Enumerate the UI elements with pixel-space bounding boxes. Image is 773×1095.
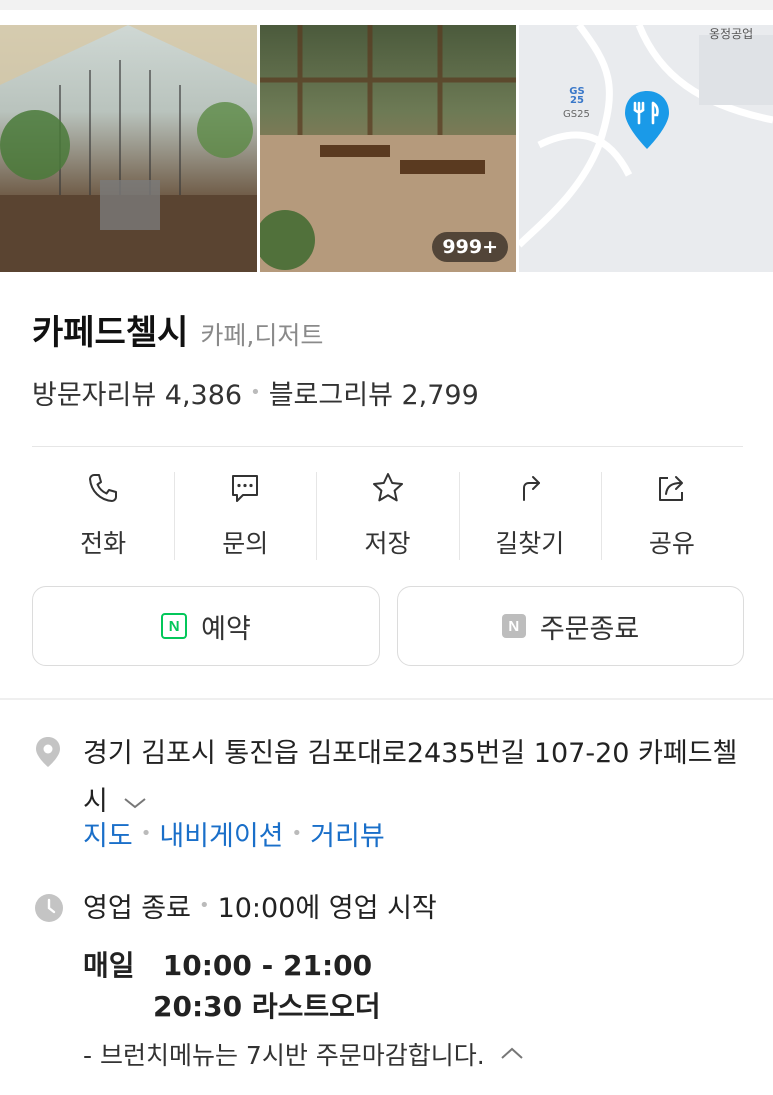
separator-dot: • bbox=[250, 382, 261, 403]
business-status: 영업 종료 bbox=[83, 893, 191, 924]
inquiry-label: 문의 bbox=[222, 529, 269, 558]
street-view-link[interactable]: 거리뷰 bbox=[310, 814, 385, 853]
naver-booking-icon: N bbox=[161, 613, 188, 639]
map-road-label: 옹정공업 bbox=[709, 27, 754, 41]
save-button[interactable]: 저장 bbox=[316, 470, 458, 562]
chevron-down-icon[interactable] bbox=[122, 796, 148, 810]
photo-count-badge[interactable]: 999+ bbox=[432, 232, 508, 262]
top-bar bbox=[0, 0, 773, 10]
navigation-link[interactable]: 내비게이션 bbox=[159, 814, 283, 853]
restaurant-pin-icon[interactable] bbox=[623, 89, 671, 151]
hours-note: - 브런치메뉴는 7시반 주문마감합니다. bbox=[83, 1036, 525, 1072]
directions-button[interactable]: 길찾기 bbox=[458, 470, 601, 562]
save-label: 저장 bbox=[364, 529, 411, 558]
call-button[interactable]: 전화 bbox=[32, 470, 174, 562]
call-label: 전화 bbox=[80, 529, 127, 558]
separator-dot: • bbox=[291, 823, 303, 844]
hours-note-text: - 브런치메뉴는 7시반 주문마감합니다. bbox=[83, 1041, 485, 1070]
clock-icon bbox=[35, 894, 63, 922]
address-text[interactable]: 경기 김포시 통진읍 김포대로2435번길 107-20 카페드첼시 bbox=[83, 730, 743, 826]
section-separator bbox=[0, 698, 773, 700]
address-value: 경기 김포시 통진읍 김포대로2435번길 107-20 카페드첼시 bbox=[83, 738, 738, 817]
map-thumbnail[interactable]: 옹정공업 GS 25 GS25 bbox=[519, 25, 773, 272]
action-bar: 전화 문의 저장 길찾기 공유 bbox=[32, 470, 743, 562]
address-links: 지도 • 내비게이션 • 거리뷰 bbox=[83, 814, 385, 853]
order-label: 주문종료 bbox=[539, 613, 640, 645]
visitor-review-count[interactable]: 방문자리뷰 4,386 bbox=[32, 373, 242, 412]
place-photo-interior[interactable] bbox=[0, 25, 257, 272]
review-summary: 방문자리뷰 4,386 • 블로그리뷰 2,799 bbox=[32, 373, 479, 412]
reservation-label: 예약 bbox=[201, 613, 251, 645]
separator-dot: • bbox=[140, 823, 152, 844]
share-button[interactable]: 공유 bbox=[600, 470, 743, 562]
chevron-up-icon[interactable] bbox=[499, 1046, 525, 1062]
order-button[interactable]: N 주문종료 bbox=[397, 586, 744, 666]
phone-icon bbox=[89, 474, 118, 502]
place-photo-seating[interactable]: 999+ bbox=[260, 25, 516, 272]
gs25-icon: GS 25 bbox=[569, 86, 585, 106]
hours-time: 10:00 - 21:00 bbox=[162, 949, 373, 982]
place-name: 카페드첼시 bbox=[32, 313, 189, 353]
location-pin-icon bbox=[36, 737, 60, 767]
share-label: 공유 bbox=[648, 529, 695, 558]
map-link[interactable]: 지도 bbox=[83, 814, 133, 853]
naver-order-icon: N bbox=[501, 614, 526, 638]
chat-icon bbox=[232, 475, 259, 502]
separator-dot: • bbox=[198, 895, 210, 916]
hours-day: 매일 bbox=[83, 949, 135, 982]
directions-label: 길찾기 bbox=[495, 529, 565, 558]
place-category: 카페,디저트 bbox=[200, 321, 324, 350]
place-title-row: 카페드첼시 카페,디저트 bbox=[32, 305, 323, 354]
divider bbox=[32, 446, 743, 447]
inquiry-button[interactable]: 문의 bbox=[174, 470, 316, 562]
next-open-time: 10:00에 영업 시작 bbox=[217, 893, 437, 924]
directions-icon bbox=[522, 476, 540, 501]
share-icon bbox=[658, 476, 683, 501]
reservation-button[interactable]: N 예약 bbox=[32, 586, 380, 666]
hours-schedule: 매일 10:00 - 21:00 bbox=[83, 944, 372, 984]
blog-review-count[interactable]: 블로그리뷰 2,799 bbox=[269, 373, 479, 412]
map-poi-label: GS25 bbox=[563, 109, 590, 120]
hours-status[interactable]: 영업 종료 • 10:00에 영업 시작 bbox=[83, 886, 437, 925]
last-order: 20:30 라스트오더 bbox=[153, 990, 381, 1023]
star-icon bbox=[372, 473, 403, 502]
